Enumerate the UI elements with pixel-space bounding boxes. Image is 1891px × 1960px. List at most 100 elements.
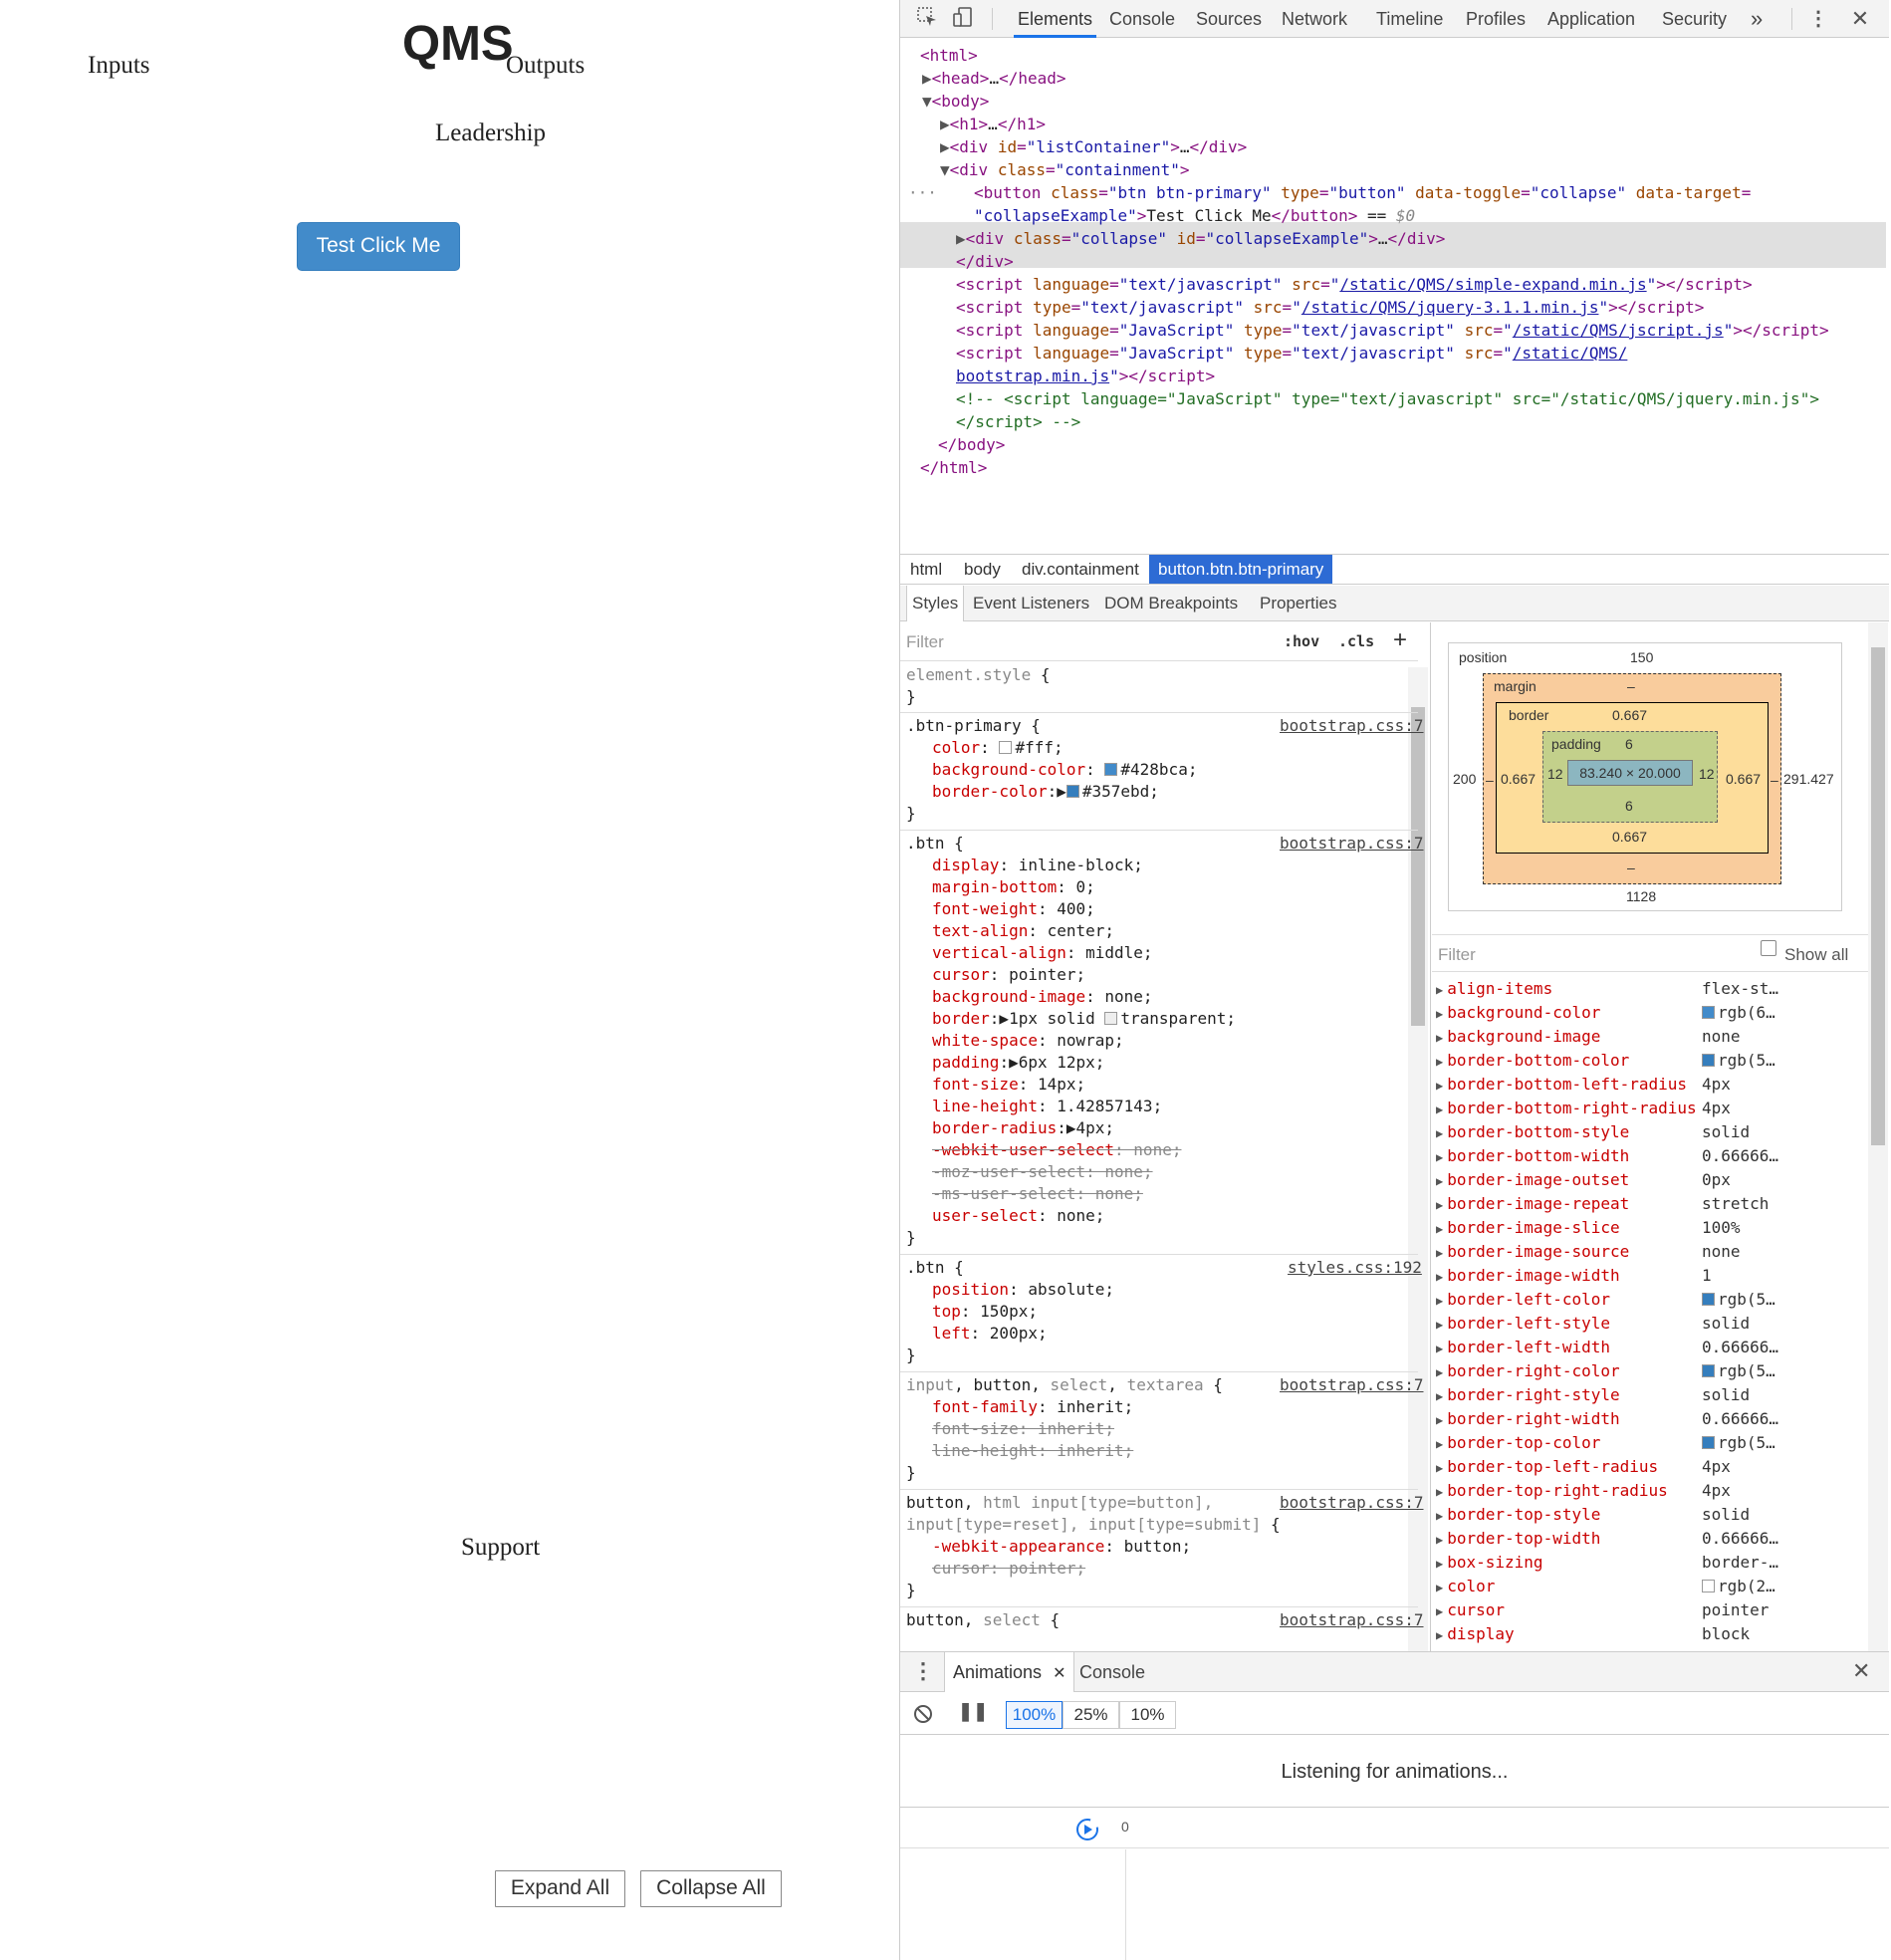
tab-application[interactable]: Application — [1547, 0, 1635, 38]
style-prop[interactable]: cursor: pointer; — [932, 964, 1085, 986]
style-prop-overridden[interactable]: -moz-user-select: none; — [932, 1161, 1153, 1183]
dom-node-body[interactable]: ▼<body> — [922, 90, 989, 113]
speed-25[interactable]: 25% — [1063, 1701, 1119, 1729]
color-swatch[interactable] — [1702, 1006, 1715, 1019]
style-prop-overridden[interactable]: -webkit-user-select: none; — [932, 1139, 1181, 1161]
computed-property[interactable]: ▶ display — [1436, 1622, 1515, 1647]
style-prop[interactable]: font-weight: 400; — [932, 898, 1095, 920]
expand-triangle-icon[interactable]: ▶ — [1436, 1270, 1443, 1284]
style-prop[interactable]: margin-bottom: 0; — [932, 876, 1095, 898]
dom-node-collapse[interactable]: ▶<div class="collapse" id="collapseExamp… — [956, 227, 1445, 250]
speed-10[interactable]: 10% — [1119, 1701, 1176, 1729]
style-prop[interactable]: user-select: none; — [932, 1205, 1104, 1227]
expand-triangle-icon[interactable]: ▶ — [1436, 1198, 1443, 1212]
device-toolbar-icon[interactable] — [950, 6, 976, 32]
expand-triangle-icon[interactable]: ▶ — [1436, 1389, 1443, 1403]
computed-property[interactable]: ▶ border-top-left-radius — [1436, 1455, 1658, 1480]
computed-property[interactable]: ▶ border-top-style — [1436, 1503, 1600, 1528]
style-prop[interactable]: white-space: nowrap; — [932, 1030, 1124, 1052]
close-drawer-icon[interactable]: ✕ — [1852, 1658, 1870, 1684]
expand-triangle-icon[interactable]: ▶ — [1436, 1533, 1443, 1547]
style-prop[interactable]: top: 150px; — [932, 1301, 1038, 1323]
inspect-element-icon[interactable] — [914, 6, 940, 32]
computed-property[interactable]: ▶ cursor — [1436, 1598, 1505, 1623]
tab-animations[interactable]: Animations ✕ — [944, 1652, 1075, 1692]
dom-node-list-container[interactable]: ▶<div id="listContainer">…</div> — [940, 135, 1247, 158]
expand-triangle-icon[interactable]: ▶ — [1436, 1604, 1443, 1618]
expand-triangle-icon[interactable]: ▶ — [1436, 1628, 1443, 1642]
add-rule-icon[interactable]: + — [1393, 626, 1407, 654]
source-link[interactable]: bootstrap.css:7 — [1280, 1374, 1424, 1396]
style-prop[interactable]: padding:▶6px 12px; — [932, 1052, 1104, 1074]
style-prop[interactable]: border-color:▶ #357ebd; — [932, 781, 1159, 803]
expand-triangle-icon[interactable]: ▶ — [1436, 1174, 1443, 1188]
style-prop[interactable]: position: absolute; — [932, 1279, 1114, 1301]
dom-node-script[interactable]: <script language="JavaScript" type="text… — [956, 342, 1627, 365]
dom-node-script-cont[interactable]: bootstrap.min.js"></script> — [956, 365, 1215, 387]
expand-triangle-icon[interactable]: ▶ — [1436, 983, 1443, 997]
close-devtools-icon[interactable]: ✕ — [1847, 6, 1873, 32]
dom-node-head[interactable]: ▶<head>…</head> — [922, 67, 1066, 90]
styles-filter-input[interactable]: Filter — [906, 632, 944, 652]
style-prop[interactable]: border:▶1px solid transparent; — [932, 1008, 1236, 1030]
tab-properties[interactable]: Properties — [1260, 586, 1336, 621]
style-prop[interactable]: font-size: 14px; — [932, 1074, 1085, 1096]
style-prop[interactable]: -webkit-appearance: button; — [932, 1536, 1191, 1558]
computed-property[interactable]: ▶ border-right-color — [1436, 1359, 1620, 1384]
computed-property[interactable]: ▶ border-image-repeat — [1436, 1192, 1629, 1217]
tab-sources[interactable]: Sources — [1196, 0, 1262, 38]
expand-triangle-icon[interactable]: ▶ — [1436, 1557, 1443, 1571]
computed-property[interactable]: ▶ border-image-slice — [1436, 1216, 1620, 1241]
computed-property[interactable]: ▶ border-bottom-left-radius — [1436, 1073, 1687, 1098]
computed-filter-input[interactable]: Filter — [1438, 945, 1476, 965]
more-tabs-icon[interactable]: » — [1751, 0, 1763, 38]
computed-property[interactable]: ▶ border-left-width — [1436, 1336, 1610, 1360]
tab-security[interactable]: Security — [1662, 0, 1727, 38]
style-prop-overridden[interactable]: cursor: pointer; — [932, 1558, 1085, 1580]
style-prop[interactable]: display: inline-block; — [932, 855, 1143, 876]
style-prop[interactable]: line-height: 1.42857143; — [932, 1096, 1162, 1117]
color-swatch[interactable] — [1702, 1364, 1715, 1377]
color-swatch[interactable] — [1702, 1054, 1715, 1067]
hov-toggle[interactable]: :hov — [1284, 632, 1319, 650]
node-actions-icon[interactable]: ··· — [908, 181, 937, 204]
source-link[interactable]: bootstrap.css:7 — [1280, 1492, 1424, 1514]
computed-property[interactable]: ▶ background-color — [1436, 1001, 1600, 1026]
breadcrumb-div[interactable]: div.containment — [1022, 555, 1139, 584]
dom-node-h1[interactable]: ▶<h1>…</h1> — [940, 113, 1046, 135]
style-prop[interactable]: vertical-align: middle; — [932, 942, 1153, 964]
style-prop[interactable]: color: #fff; — [932, 737, 1064, 759]
expand-triangle-icon[interactable]: ▶ — [1436, 1413, 1443, 1427]
style-prop[interactable]: left: 200px; — [932, 1323, 1048, 1345]
computed-property[interactable]: ▶ border-bottom-right-radius — [1436, 1097, 1697, 1121]
computed-property[interactable]: ▶ border-image-width — [1436, 1264, 1620, 1289]
cls-toggle[interactable]: .cls — [1338, 632, 1374, 650]
computed-property[interactable]: ▶ border-top-width — [1436, 1527, 1600, 1552]
computed-property[interactable]: ▶ background-image — [1436, 1025, 1600, 1050]
expand-triangle-icon[interactable]: ▶ — [1436, 1126, 1443, 1140]
style-prop[interactable]: font-family: inherit; — [932, 1396, 1133, 1418]
expand-triangle-icon[interactable]: ▶ — [1436, 1150, 1443, 1164]
dom-node-script[interactable]: <script language="JavaScript" type="text… — [956, 319, 1829, 342]
test-click-me-button[interactable]: Test Click Me — [297, 222, 460, 271]
color-swatch[interactable] — [1702, 1293, 1715, 1306]
style-prop[interactable]: text-align: center; — [932, 920, 1114, 942]
tab-timeline[interactable]: Timeline — [1376, 0, 1443, 38]
expand-triangle-icon[interactable]: ▶ — [1436, 1294, 1443, 1308]
computed-property[interactable]: ▶ border-image-source — [1436, 1240, 1629, 1265]
dom-node-button-cont[interactable]: "collapseExample">Test Click Me</button>… — [974, 204, 1415, 227]
close-tab-icon[interactable]: ✕ — [1053, 1665, 1065, 1682]
expand-triangle-icon[interactable]: ▶ — [1436, 1365, 1443, 1379]
dom-node-script[interactable]: <script type="text/javascript" src="/sta… — [956, 296, 1704, 319]
drawer-menu-icon[interactable]: ⋮ — [912, 1658, 934, 1684]
computed-property[interactable]: ▶ border-bottom-width — [1436, 1144, 1629, 1169]
drawer-tab-console[interactable]: Console — [1079, 1652, 1145, 1692]
source-link[interactable]: styles.css:192 — [1288, 1257, 1422, 1279]
replay-timeline-icon[interactable] — [1074, 1817, 1100, 1847]
expand-triangle-icon[interactable]: ▶ — [1436, 1509, 1443, 1523]
expand-triangle-icon[interactable]: ▶ — [1436, 1102, 1443, 1116]
expand-triangle-icon[interactable]: ▶ — [1436, 1581, 1443, 1594]
tab-dom-breakpoints[interactable]: DOM Breakpoints — [1104, 586, 1238, 621]
color-swatch[interactable] — [1702, 1436, 1715, 1449]
expand-triangle-icon[interactable]: ▶ — [1436, 1222, 1443, 1236]
